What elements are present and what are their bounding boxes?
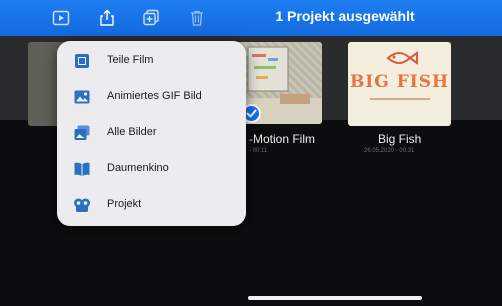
menu-item-label: Daumenkino xyxy=(107,162,169,174)
project-title-stopmotion: -Motion Film xyxy=(249,132,316,146)
project-title-bigfish: Big Fish xyxy=(378,132,422,146)
menu-item-project[interactable]: Projekt xyxy=(57,188,246,222)
menu-item-label: Projekt xyxy=(107,198,142,210)
share-icon[interactable] xyxy=(98,9,116,27)
play-icon[interactable] xyxy=(52,9,70,27)
poster-title: BIG FISH xyxy=(349,72,450,92)
book-icon xyxy=(74,162,90,176)
menu-item-label: Teile Film xyxy=(107,54,154,66)
home-indicator[interactable] xyxy=(248,296,422,300)
film-icon xyxy=(75,54,89,68)
project-meta-stopmotion: - 00:11 xyxy=(249,148,268,154)
menu-item-label: Alle Bilder xyxy=(107,126,157,138)
project-thumbnail-bigfish[interactable]: BIG FISH xyxy=(348,42,451,126)
top-toolbar: 1 Projekt ausgewählt xyxy=(0,0,502,36)
menu-item-all-images[interactable]: Alle Bilder xyxy=(57,116,246,150)
menu-item-flipbook[interactable]: Daumenkino xyxy=(57,152,246,186)
menu-item-label: Animiertes GIF Bild xyxy=(107,90,202,102)
selection-title: 1 Projekt ausgewählt xyxy=(275,8,415,24)
duplicate-icon[interactable] xyxy=(142,9,160,27)
project-meta-bigfish: 26.05.2020 - 00:31 xyxy=(364,148,415,154)
share-menu: Teile Film Animiertes GIF Bild Alle Bild… xyxy=(57,41,246,226)
photos-icon xyxy=(74,125,90,140)
project-icon xyxy=(74,198,90,212)
menu-item-animated-gif[interactable]: Animiertes GIF Bild xyxy=(57,80,246,114)
menu-item-share-film[interactable]: Teile Film xyxy=(57,44,246,78)
image-icon xyxy=(74,90,90,104)
poster-subtitle-line xyxy=(370,98,430,100)
trash-icon[interactable] xyxy=(188,9,206,27)
